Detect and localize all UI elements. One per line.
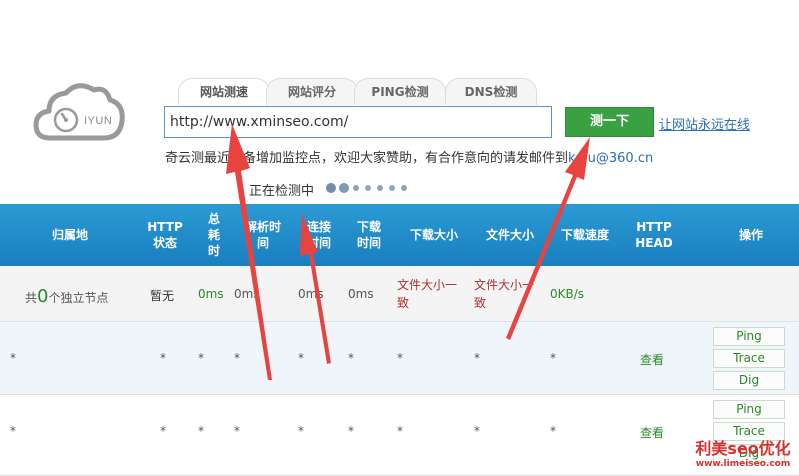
row-resolve-time: * bbox=[234, 424, 240, 438]
site-watermark: 利美seo优化 www.limeiseo.com bbox=[689, 440, 797, 470]
header-download-speed: 下载速度 bbox=[560, 228, 609, 242]
test-button[interactable]: 测一下 bbox=[565, 107, 654, 137]
view-head-link[interactable]: 查看 bbox=[640, 424, 664, 441]
row-http-status: * bbox=[160, 424, 166, 438]
row-connect-time: * bbox=[298, 424, 304, 438]
watermark-title: 利美seo优化 bbox=[695, 439, 791, 458]
keep-online-link[interactable]: 让网站永远在线 bbox=[659, 114, 750, 133]
header-http-status: HTTP 状态 bbox=[147, 220, 183, 250]
row-file-size: * bbox=[474, 424, 480, 438]
header-http-head: HTTP HEAD bbox=[635, 220, 673, 250]
iyun-logo: IYUN bbox=[32, 78, 128, 146]
tab-site-speed[interactable]: 网站测速 bbox=[178, 78, 270, 105]
row-download-time: * bbox=[348, 424, 354, 438]
header-file-size: 文件大小 bbox=[485, 228, 534, 242]
logo-text: IYUN bbox=[84, 115, 113, 127]
url-input[interactable] bbox=[164, 106, 552, 138]
summary-http-status: 暂无 bbox=[150, 289, 175, 303]
header-total-time: 总 耗 时 bbox=[207, 212, 220, 258]
watermark-url: www.limeiseo.com bbox=[695, 459, 791, 469]
row-file-size: * bbox=[474, 351, 480, 365]
row-download-size: * bbox=[397, 424, 403, 438]
trace-button[interactable]: Trace bbox=[713, 349, 785, 368]
row-location: * bbox=[10, 351, 16, 365]
row-location: * bbox=[10, 424, 16, 438]
dig-button[interactable]: Dig bbox=[713, 371, 785, 390]
header-download-size: 下载大小 bbox=[409, 228, 458, 242]
summary-download-speed: 0KB/s bbox=[550, 287, 585, 301]
detecting-status: 正在检测中 bbox=[249, 184, 315, 199]
header-actions: 操作 bbox=[738, 228, 763, 242]
notice-message: 奇云测最近准备增加监控点，欢迎大家赞助，有合作意向的请发邮件到 bbox=[165, 151, 569, 166]
tab-dns-check[interactable]: DNS检测 bbox=[445, 78, 537, 105]
tab-ping-check[interactable]: PING检测 bbox=[354, 78, 446, 105]
summary-resolve-time: 0ms bbox=[234, 287, 260, 301]
summary-download-size: 文件大小一致 bbox=[397, 278, 458, 310]
row-download-time: * bbox=[348, 351, 354, 365]
contact-email[interactable]: kefu@360.cn bbox=[568, 151, 653, 166]
summary-download-time: 0ms bbox=[348, 287, 374, 301]
row-download-speed: * bbox=[550, 351, 556, 365]
ping-button[interactable]: Ping bbox=[713, 400, 785, 419]
table-row: * * * * * * * * * 查看 Ping Trace Dig bbox=[0, 395, 799, 476]
row-resolve-time: * bbox=[234, 351, 240, 365]
row-total-time: * bbox=[198, 424, 204, 438]
summary-file-size: 文件大小一致 bbox=[474, 278, 535, 310]
header-location: 归属地 bbox=[51, 228, 88, 242]
notice-text: 奇云测最近准备增加监控点，欢迎大家赞助，有合作意向的请发邮件到kefu@360.… bbox=[165, 147, 653, 166]
row-download-size: * bbox=[397, 351, 403, 365]
node-count: 共0个独立节点 bbox=[25, 286, 109, 307]
ping-button[interactable]: Ping bbox=[713, 327, 785, 346]
cloud-icon bbox=[33, 83, 125, 141]
row-connect-time: * bbox=[298, 351, 304, 365]
summary-total-time: 0ms bbox=[198, 287, 224, 301]
row-total-time: * bbox=[198, 351, 204, 365]
view-head-link[interactable]: 查看 bbox=[640, 351, 664, 368]
table-row: * * * * * * * * * 查看 Ping Trace Dig bbox=[0, 322, 799, 395]
row-download-speed: * bbox=[550, 424, 556, 438]
summary-connect-time: 0ms bbox=[298, 287, 324, 301]
results-table-header: 归属地 HTTP 状态 总 耗 时 解析时 间 连接 时间 下载 时间 下载大小… bbox=[0, 204, 799, 266]
header-connect-time: 连接 时间 bbox=[306, 220, 331, 250]
header-resolve-time: 解析时 间 bbox=[244, 220, 281, 250]
summary-row: 共0个独立节点 暂无 0ms 0ms 0ms 0ms 文件大小一致 文件大小一致… bbox=[0, 266, 799, 322]
row-http-status: * bbox=[160, 351, 166, 365]
header-download-time: 下载 时间 bbox=[356, 220, 381, 250]
tab-site-score[interactable]: 网站评分 bbox=[266, 78, 358, 105]
